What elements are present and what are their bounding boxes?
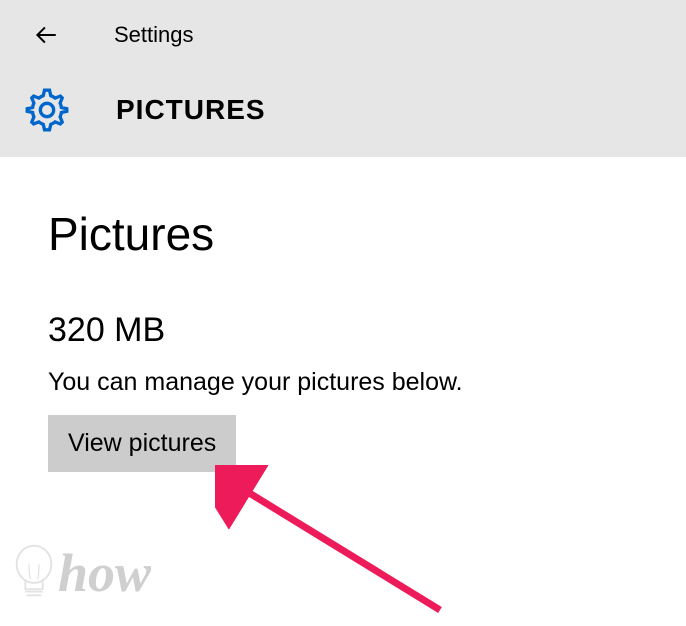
title-bar: Settings <box>0 0 686 70</box>
content-area: Pictures 320 MB You can manage your pict… <box>0 157 686 522</box>
view-pictures-button[interactable]: View pictures <box>48 415 236 472</box>
watermark-text: how <box>58 542 151 604</box>
gear-icon <box>22 85 72 135</box>
watermark: how <box>8 542 151 604</box>
lightbulb-icon <box>8 542 60 604</box>
page-heading: Pictures <box>48 207 638 261</box>
app-title: Settings <box>114 22 194 48</box>
breadcrumb-bar: PICTURES <box>0 70 686 150</box>
header-section: Settings PICTURES <box>0 0 686 157</box>
breadcrumb-label: PICTURES <box>116 94 266 126</box>
back-arrow-icon[interactable] <box>30 19 62 51</box>
storage-size: 320 MB <box>48 311 638 350</box>
description-text: You can manage your pictures below. <box>48 368 638 397</box>
